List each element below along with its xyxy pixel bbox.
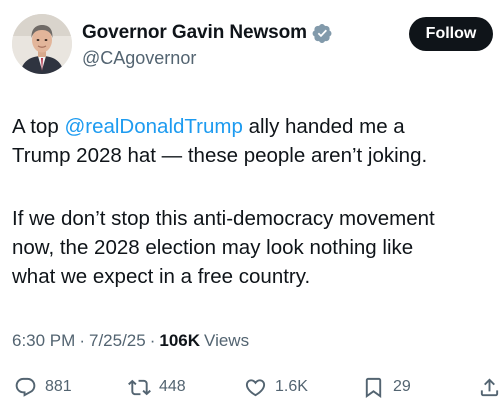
heart-icon [245,378,266,396]
tweet-text-segment: A top [12,115,65,138]
tweet-line-4: now, the 2028 election may look nothing … [12,236,414,259]
author-avatar[interactable] [12,14,72,74]
mention-link[interactable]: @realDonaldTrump [64,115,242,138]
tweet-date[interactable]: 7/25/25 [89,331,146,351]
reply-count: 881 [45,378,72,395]
tweet-paragraph-1: A top @realDonaldTrump ally handed me a … [12,112,500,170]
repost-count: 448 [159,378,186,395]
tweet-actions: 881 448 1.6K 29 [0,372,500,402]
repost-button[interactable]: 448 [128,372,186,402]
author-handle[interactable]: @CAgovernor [82,48,196,69]
meta-separator: · [79,331,85,350]
tweet-card: Governor Gavin Newsom @CAgovernor Follow… [0,0,500,418]
tweet-meta: 6:30 PM · 7/25/25 · 106K Views [12,331,249,351]
views-count: 106K [159,331,201,350]
bookmark-count: 29 [393,378,411,395]
tweet-paragraph-2: If we don’t stop this anti-democracy mov… [12,204,500,291]
share-button[interactable] [478,372,500,402]
verified-badge-icon [312,23,333,44]
like-count: 1.6K [275,378,308,395]
tweet-line-2: Trump 2028 hat — these people aren’t jok… [12,144,428,167]
reply-button[interactable]: 881 [14,372,72,402]
repost-icon [128,379,151,395]
tweet-time[interactable]: 6:30 PM [12,331,75,351]
meta-separator: · [149,331,156,350]
reply-icon [15,377,36,397]
tweet-line-3: If we don’t stop this anti-democracy mov… [12,207,435,230]
bookmark-button[interactable]: 29 [362,372,411,402]
avatar-photo [12,14,72,74]
tweet-line-5: what we expect in a free country. [12,265,311,288]
views-label: Views [204,331,250,350]
tweet-line-1: A top @realDonaldTrump ally handed me a [12,112,500,141]
tweet-text-segment: ally handed me a [242,115,405,138]
bookmark-icon [365,377,382,398]
author-name[interactable]: Governor Gavin Newsom [82,22,307,44]
author-name-row: Governor Gavin Newsom [82,20,333,46]
like-button[interactable]: 1.6K [244,372,308,402]
share-icon [480,377,499,396]
follow-button[interactable]: Follow [409,17,493,51]
